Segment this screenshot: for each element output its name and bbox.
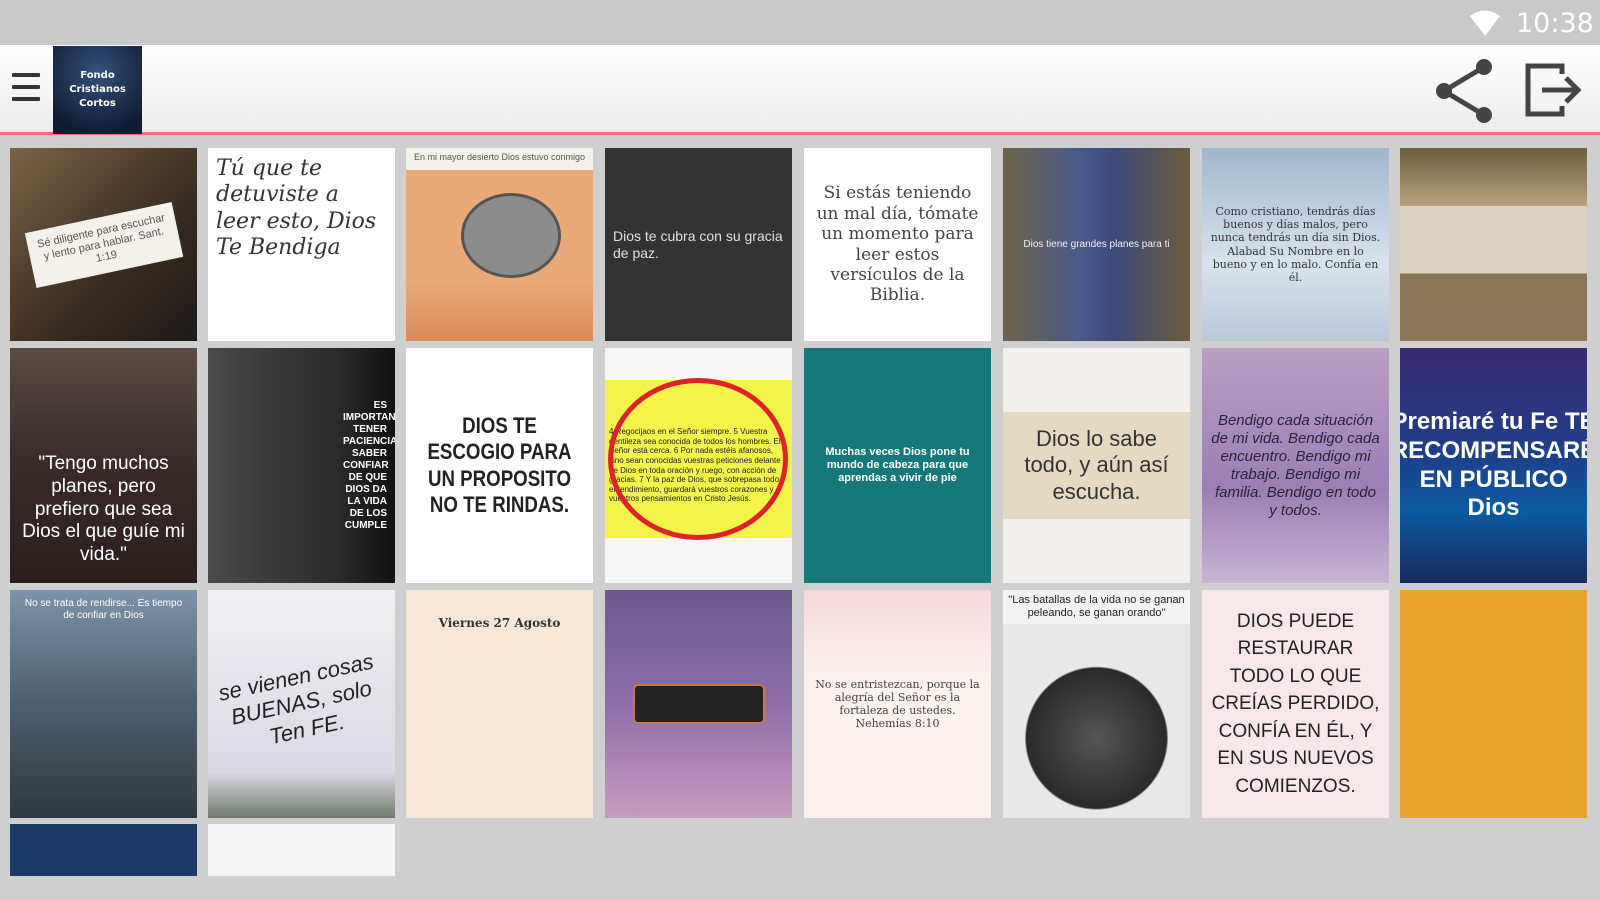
wallpaper-tile[interactable] <box>605 590 792 818</box>
wallpaper-tile[interactable]: Dios lo sabe todo, y aún así escucha. <box>1003 348 1190 583</box>
share-icon[interactable] <box>1430 57 1498 125</box>
wallpaper-tile[interactable] <box>10 824 197 876</box>
tile-text: Dios te cubra con su gracia de paz. <box>613 227 783 261</box>
tile-text: No se trata de rendirse... Es tiempo de … <box>24 598 183 621</box>
app-bar: Fondo Cristianos Cortos <box>0 45 1600 135</box>
wallpaper-tile[interactable]: Dios te cubra con su gracia de paz. <box>605 148 792 341</box>
status-time: 10:38 <box>1516 8 1594 39</box>
wallpaper-grid: Sé diligente para escuchar y lento para … <box>0 138 1600 900</box>
wallpaper-tile[interactable] <box>208 824 395 876</box>
wallpaper-tile[interactable]: Si estás teniendo un mal día, tómate un … <box>804 148 991 341</box>
wallpaper-tile[interactable]: Viernes 27 Agosto <box>406 590 593 818</box>
tile-text: DIOS PUEDE RESTAURAR TODO LO QUE CREÍAS … <box>1211 610 1380 797</box>
wallpaper-tile[interactable]: 4 Regocijaos en el Señor siempre. 5 Vues… <box>605 348 792 583</box>
wallpaper-tile[interactable] <box>1400 148 1587 341</box>
wallpaper-tile[interactable]: Dios tiene grandes planes para ti <box>1003 148 1190 341</box>
wallpaper-tile[interactable]: ES IMPORTANTE TENER PACIENCIA SABER CONF… <box>208 348 395 583</box>
wallpaper-tile[interactable]: DIOS TE ESCOGIO PARA UN PROPOSITO NO TE … <box>406 348 593 583</box>
exit-icon[interactable] <box>1524 60 1584 120</box>
wifi-icon <box>1470 10 1500 36</box>
app-logo-text: Fondo Cristianos Cortos <box>69 70 126 109</box>
tile-text: Dios tiene grandes planes para ti <box>1023 238 1170 250</box>
hamburger-menu-icon[interactable] <box>12 73 40 107</box>
tile-text: Premiaré tu Fe TE RECOMPENSARÉ EN PÚBLIC… <box>1400 407 1587 522</box>
tile-text: Si estás teniendo un mal día, tómate un … <box>816 183 979 306</box>
wallpaper-tile[interactable] <box>1400 590 1587 818</box>
tile-text: Sé diligente para escuchar y lento para … <box>24 201 183 288</box>
tile-text: Dios lo sabe todo, y aún así escucha. <box>1003 411 1190 520</box>
tile-text <box>1486 696 1502 712</box>
tile-text: No se entristezcan, porque la alegría de… <box>815 677 980 731</box>
tile-text: "Tengo muchos planes, pero prefiero que … <box>22 453 185 566</box>
wallpaper-tile[interactable]: "Tengo muchos planes, pero prefiero que … <box>10 348 197 583</box>
tile-text: se vienen cosas BUENAS, solo Ten FE. <box>216 648 376 750</box>
status-bar: 10:38 <box>0 0 1600 45</box>
tile-text: Tú que te detuviste a leer esto, Dios Te… <box>216 156 377 261</box>
wallpaper-tile[interactable]: Como cristiano, tendrás días buenos y dí… <box>1202 148 1389 341</box>
tile-text: En mi mayor desierto Dios estuvo conmigo <box>413 152 586 162</box>
tile-text: Como cristiano, tendrás días buenos y dí… <box>1210 204 1381 284</box>
tile-text <box>1486 237 1502 253</box>
tile-text: DIOS TE ESCOGIO PARA UN PROPOSITO NO TE … <box>427 412 572 517</box>
tile-text: "Las batallas de la vida no se ganan pel… <box>1003 590 1190 625</box>
tile-text: Muchas veces Dios pone tu mundo de cabez… <box>825 445 970 485</box>
wallpaper-tile[interactable]: Muchas veces Dios pone tu mundo de cabez… <box>804 348 991 583</box>
wallpaper-tile[interactable]: "Las batallas de la vida no se ganan pel… <box>1003 590 1190 818</box>
wallpaper-tile[interactable]: En mi mayor desierto Dios estuvo conmigo <box>406 148 593 341</box>
wallpaper-tile[interactable]: se vienen cosas BUENAS, solo Ten FE. <box>208 590 395 818</box>
wallpaper-tile[interactable]: No se entristezcan, porque la alegría de… <box>804 590 991 818</box>
wallpaper-tile[interactable]: Bendigo cada situación de mi vida. Bendi… <box>1202 348 1389 583</box>
wallpaper-tile[interactable]: DIOS PUEDE RESTAURAR TODO LO QUE CREÍAS … <box>1202 590 1389 818</box>
app-logo: Fondo Cristianos Cortos <box>53 46 142 134</box>
tile-text: Bendigo cada situación de mi vida. Bendi… <box>1211 411 1380 519</box>
wallpaper-tile[interactable]: Sé diligente para escuchar y lento para … <box>10 148 197 341</box>
wallpaper-tile[interactable]: No se trata de rendirse... Es tiempo de … <box>10 590 197 818</box>
tile-text: Viernes 27 Agosto <box>438 616 561 630</box>
tile-text: ES IMPORTANTE TENER PACIENCIA SABER CONF… <box>343 399 395 531</box>
wallpaper-tile[interactable]: Premiaré tu Fe TE RECOMPENSARÉ EN PÚBLIC… <box>1400 348 1587 583</box>
wallpaper-tile[interactable]: Tú que te detuviste a leer esto, Dios Te… <box>208 148 395 341</box>
